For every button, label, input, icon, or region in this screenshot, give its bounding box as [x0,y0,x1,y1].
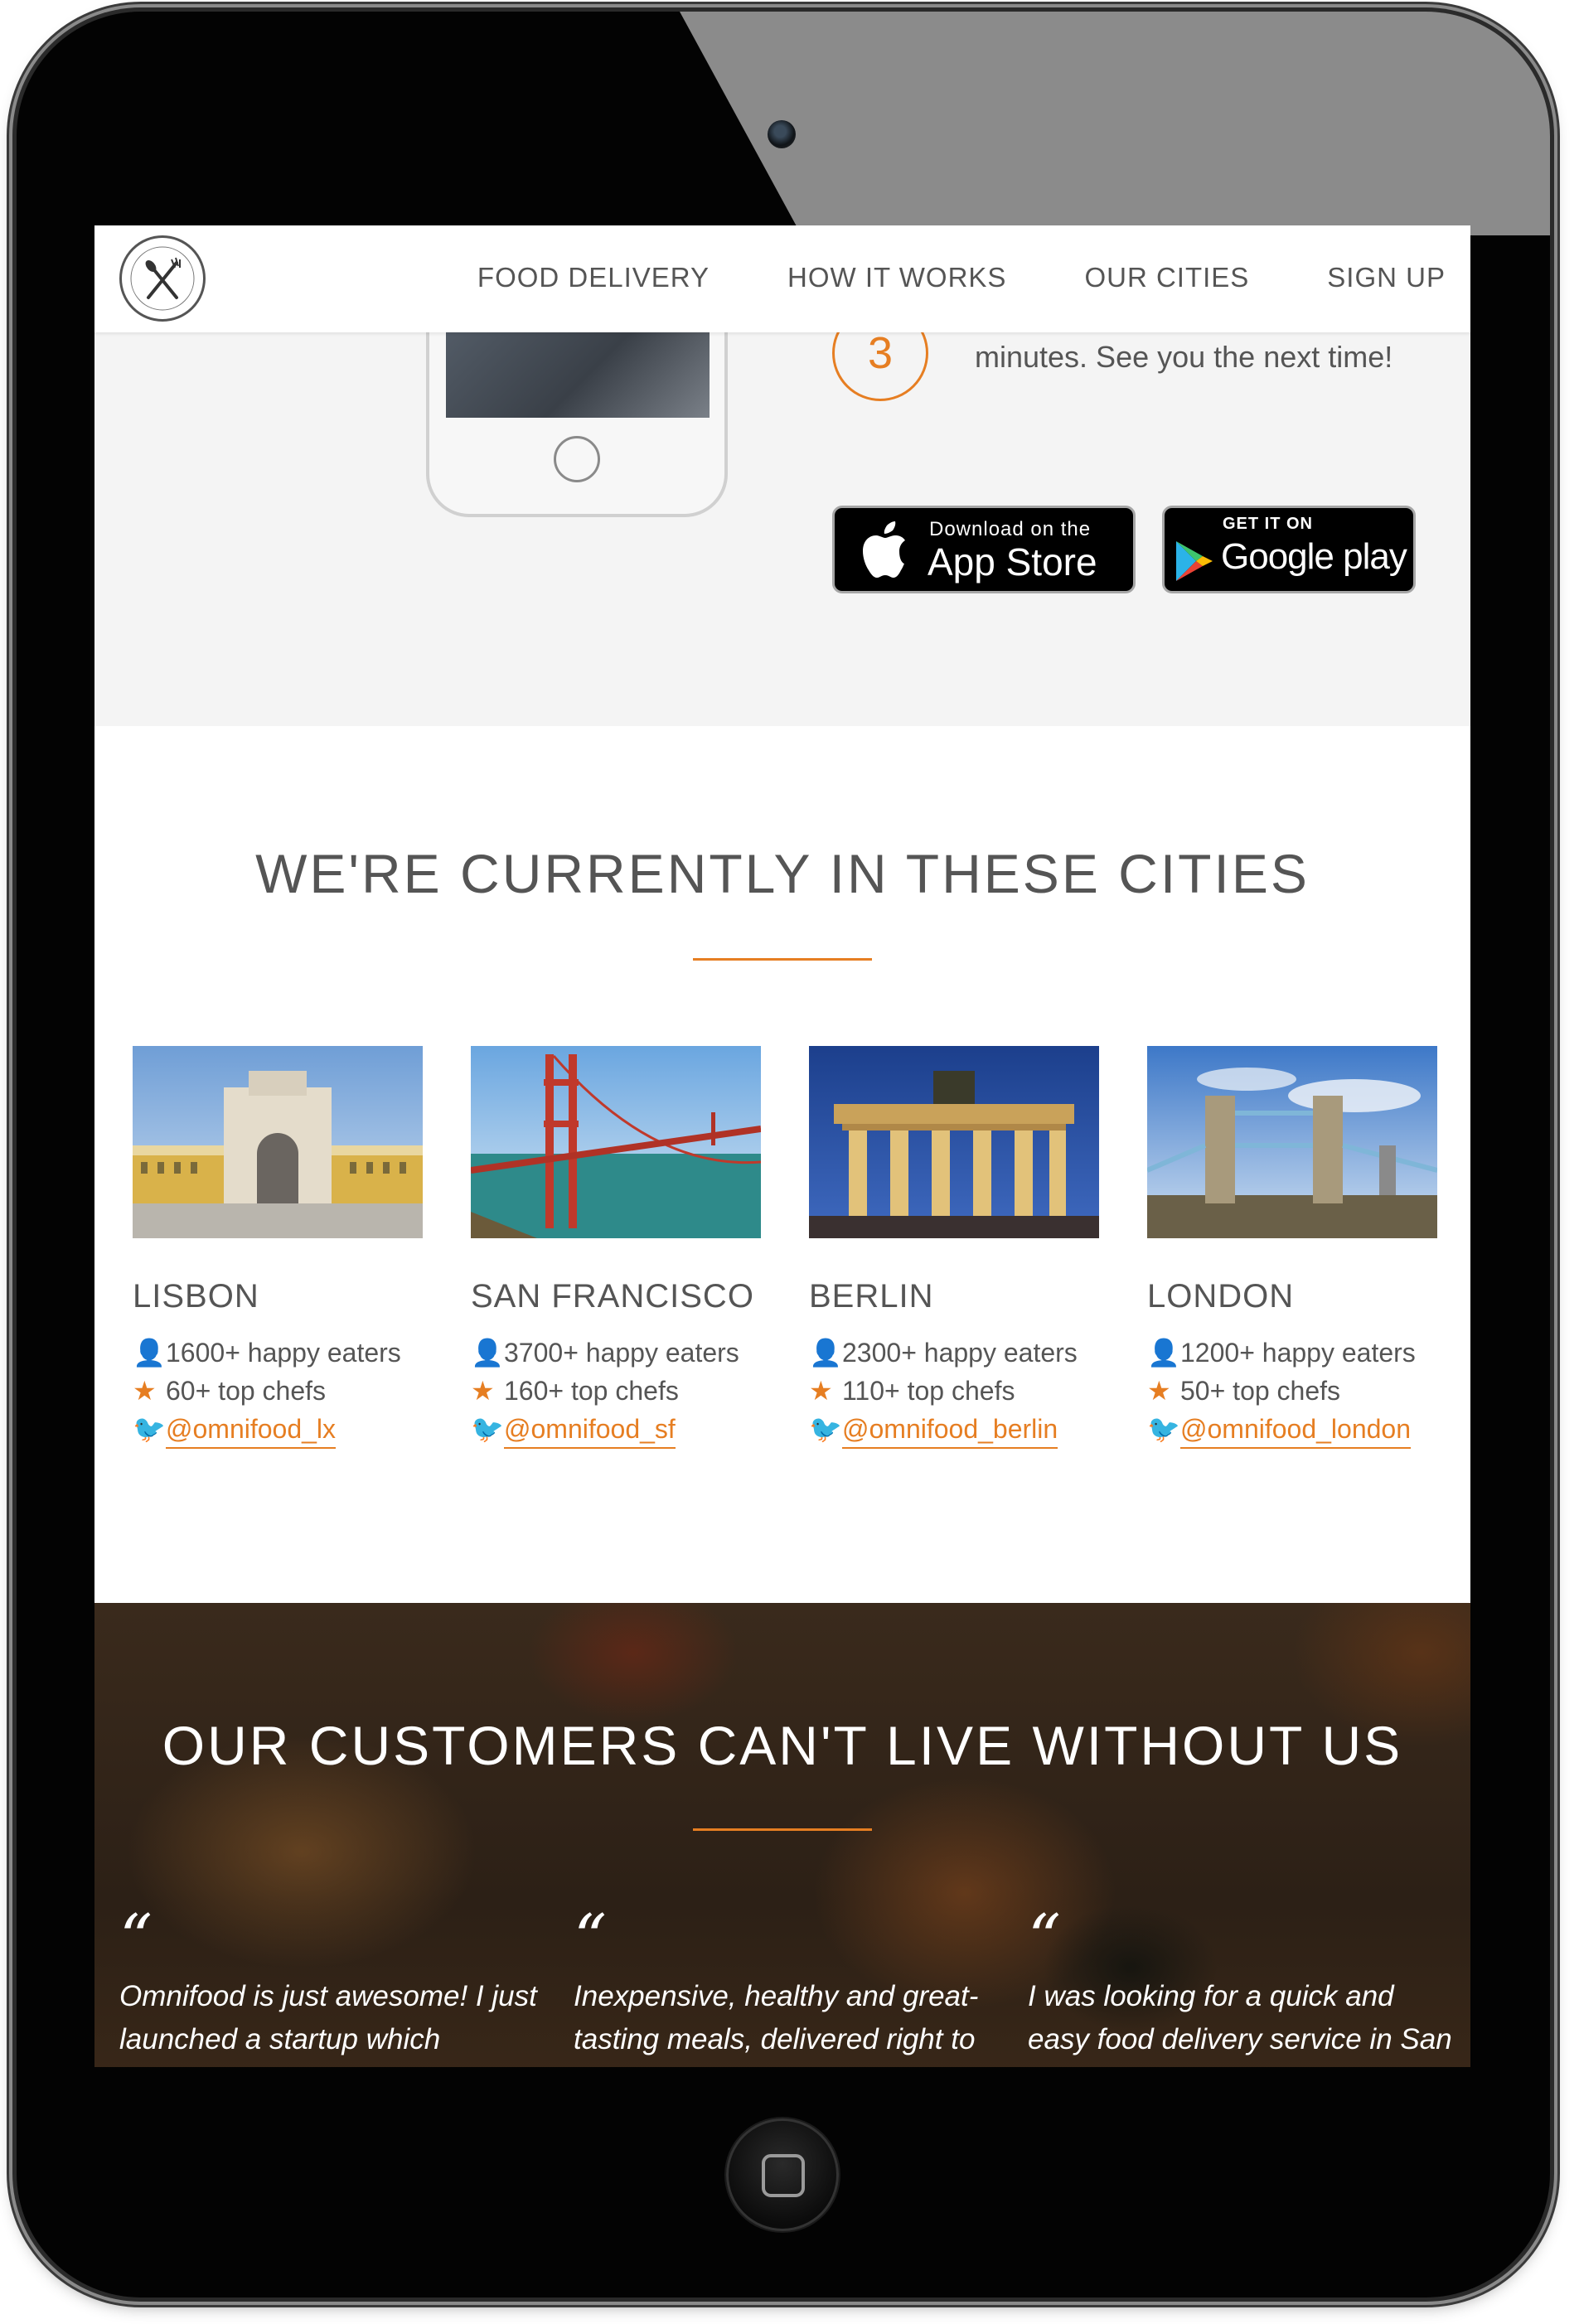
nav-our-cities[interactable]: OUR CITIES [1084,262,1249,293]
twitter-row: 🐦@omnifood_lx [133,1410,423,1449]
camera-icon [768,120,796,148]
quote-text: I was looking for a quick and easy food … [1028,1980,1452,2055]
twitter-link[interactable]: @omnifood_sf [504,1414,676,1449]
eaters-text: 1200+ happy eaters [1180,1338,1416,1368]
person-icon: 👤 [809,1338,842,1368]
app-store-big-text: App Store [928,540,1097,583]
twitter-icon: 🐦 [471,1414,504,1444]
google-play-icon [1176,541,1213,581]
chefs-row: ★ 60+ top chefs [133,1372,423,1410]
twitter-icon: 🐦 [1147,1414,1180,1444]
city-card-berlin: BERLIN 👤2300+ happy eaters ★ 110+ top che… [809,1046,1099,1449]
city-features: 👤1200+ happy eaters ★ 50+ top chefs 🐦@omn… [1147,1334,1437,1449]
testimonial-quote: “ Omnifood is just awesome! I just launc… [119,1901,550,2061]
person-icon: 👤 [1147,1338,1180,1368]
apple-icon [863,521,905,578]
eaters-text: 3700+ happy eaters [504,1338,739,1368]
eaters-row: 👤2300+ happy eaters [809,1334,1099,1372]
quote-text: Omnifood is just awesome! I just launche… [119,1980,537,2055]
city-name: BERLIN [809,1278,934,1315]
star-icon: ★ [809,1376,833,1406]
quote-mark-icon: “ [1028,1901,1061,1976]
city-features: 👤1600+ happy eaters ★ 60+ top chefs 🐦@omn… [133,1334,423,1449]
city-card-san-francisco: SAN FRANCISCO 👤3700+ happy eaters ★ 160+ … [471,1046,761,1449]
twitter-link[interactable]: @omnifood_london [1180,1414,1412,1449]
sticky-nav: FOOD DELIVERY HOW IT WORKS OUR CITIES SI… [94,225,1470,332]
star-icon: ★ [471,1376,495,1406]
omnifood-logo[interactable] [119,235,206,322]
chefs-text: 160+ top chefs [504,1376,679,1406]
cities-title: WE'RE CURRENTLY IN THESE CITIES [255,843,1310,904]
google-play-badge[interactable]: GET IT ON Google play [1162,506,1416,593]
eaters-row: 👤3700+ happy eaters [471,1334,761,1372]
city-features: 👤3700+ happy eaters ★ 160+ top chefs 🐦@om… [471,1334,761,1449]
testimonial-quote: “ Inexpensive, healthy and great-tasting… [574,1901,1005,2061]
testimonials-title: OUR CUSTOMERS CAN'T LIVE WITHOUT US [162,1715,1403,1776]
cities-title-rule [693,958,872,961]
home-square-icon [762,2154,805,2197]
app-store-small-text: Download on the [929,518,1092,540]
twitter-row: 🐦@omnifood_london [1147,1410,1437,1449]
city-card-lisbon: LISBON 👤1600+ happy eaters ★ 60+ top chef… [133,1046,423,1449]
google-play-big-text: Google play [1221,536,1407,577]
eaters-text: 1600+ happy eaters [166,1338,401,1368]
person-icon: 👤 [471,1338,504,1368]
twitter-link[interactable]: @omnifood_lx [166,1414,337,1449]
star-icon: ★ [133,1376,157,1406]
quote-mark-icon: “ [574,1901,607,1976]
chefs-row: ★ 160+ top chefs [471,1372,761,1410]
cities-section: WE'RE CURRENTLY IN THESE CITIES LISBON 👤… [94,726,1470,1603]
testimonial-quote: “ I was looking for a quick and easy foo… [1028,1901,1459,2061]
twitter-icon: 🐦 [133,1414,166,1444]
chefs-row: ★ 50+ top chefs [1147,1372,1437,1410]
nav-food-delivery[interactable]: FOOD DELIVERY [477,262,710,293]
screen-glare [680,12,1550,235]
eaters-text: 2300+ happy eaters [842,1338,1078,1368]
twitter-row: 🐦@omnifood_sf [471,1410,761,1449]
lisbon-photo [133,1046,423,1238]
city-name: LISBON [133,1278,259,1315]
berlin-photo [809,1046,1099,1238]
city-features: 👤2300+ happy eaters ★ 110+ top chefs 🐦@om… [809,1334,1099,1449]
tablet-screen: 3 minutes. See you the next time! Downlo… [94,225,1470,2067]
chefs-text: 50+ top chefs [1180,1376,1341,1406]
quote-mark-icon: “ [119,1901,153,1976]
twitter-row: 🐦@omnifood_berlin [809,1410,1099,1449]
google-play-small-text: GET IT ON [1223,515,1313,533]
chefs-row: ★ 110+ top chefs [809,1372,1099,1410]
chefs-text: 110+ top chefs [842,1376,1015,1406]
person-icon: 👤 [133,1338,166,1368]
step-text: minutes. See you the next time! [975,340,1393,374]
testimonials-title-rule [693,1828,872,1831]
phone-home-button [554,436,600,482]
eaters-row: 👤1200+ happy eaters [1147,1334,1437,1372]
nav-how-it-works[interactable]: HOW IT WORKS [787,262,1006,293]
san-francisco-photo [471,1046,761,1238]
nav-links: FOOD DELIVERY HOW IT WORKS OUR CITIES SI… [400,262,1446,293]
city-name: SAN FRANCISCO [471,1278,754,1315]
twitter-link[interactable]: @omnifood_berlin [842,1414,1058,1449]
logo-fork-knife-icon [130,246,195,311]
quote-text: Inexpensive, healthy and great-tasting m… [574,1980,979,2055]
home-button[interactable] [726,2118,839,2231]
star-icon: ★ [1147,1376,1171,1406]
testimonials-section: OUR CUSTOMERS CAN'T LIVE WITHOUT US “ Om… [94,1603,1470,2067]
nav-sign-up[interactable]: SIGN UP [1327,262,1446,293]
twitter-icon: 🐦 [809,1414,842,1444]
chefs-text: 60+ top chefs [166,1376,327,1406]
city-card-london: LONDON 👤1200+ happy eaters ★ 50+ top chef… [1147,1046,1437,1449]
eaters-row: 👤1600+ happy eaters [133,1334,423,1372]
london-photo [1147,1046,1437,1238]
city-name: LONDON [1147,1278,1295,1315]
app-store-badge[interactable]: Download on the App Store [832,506,1136,593]
